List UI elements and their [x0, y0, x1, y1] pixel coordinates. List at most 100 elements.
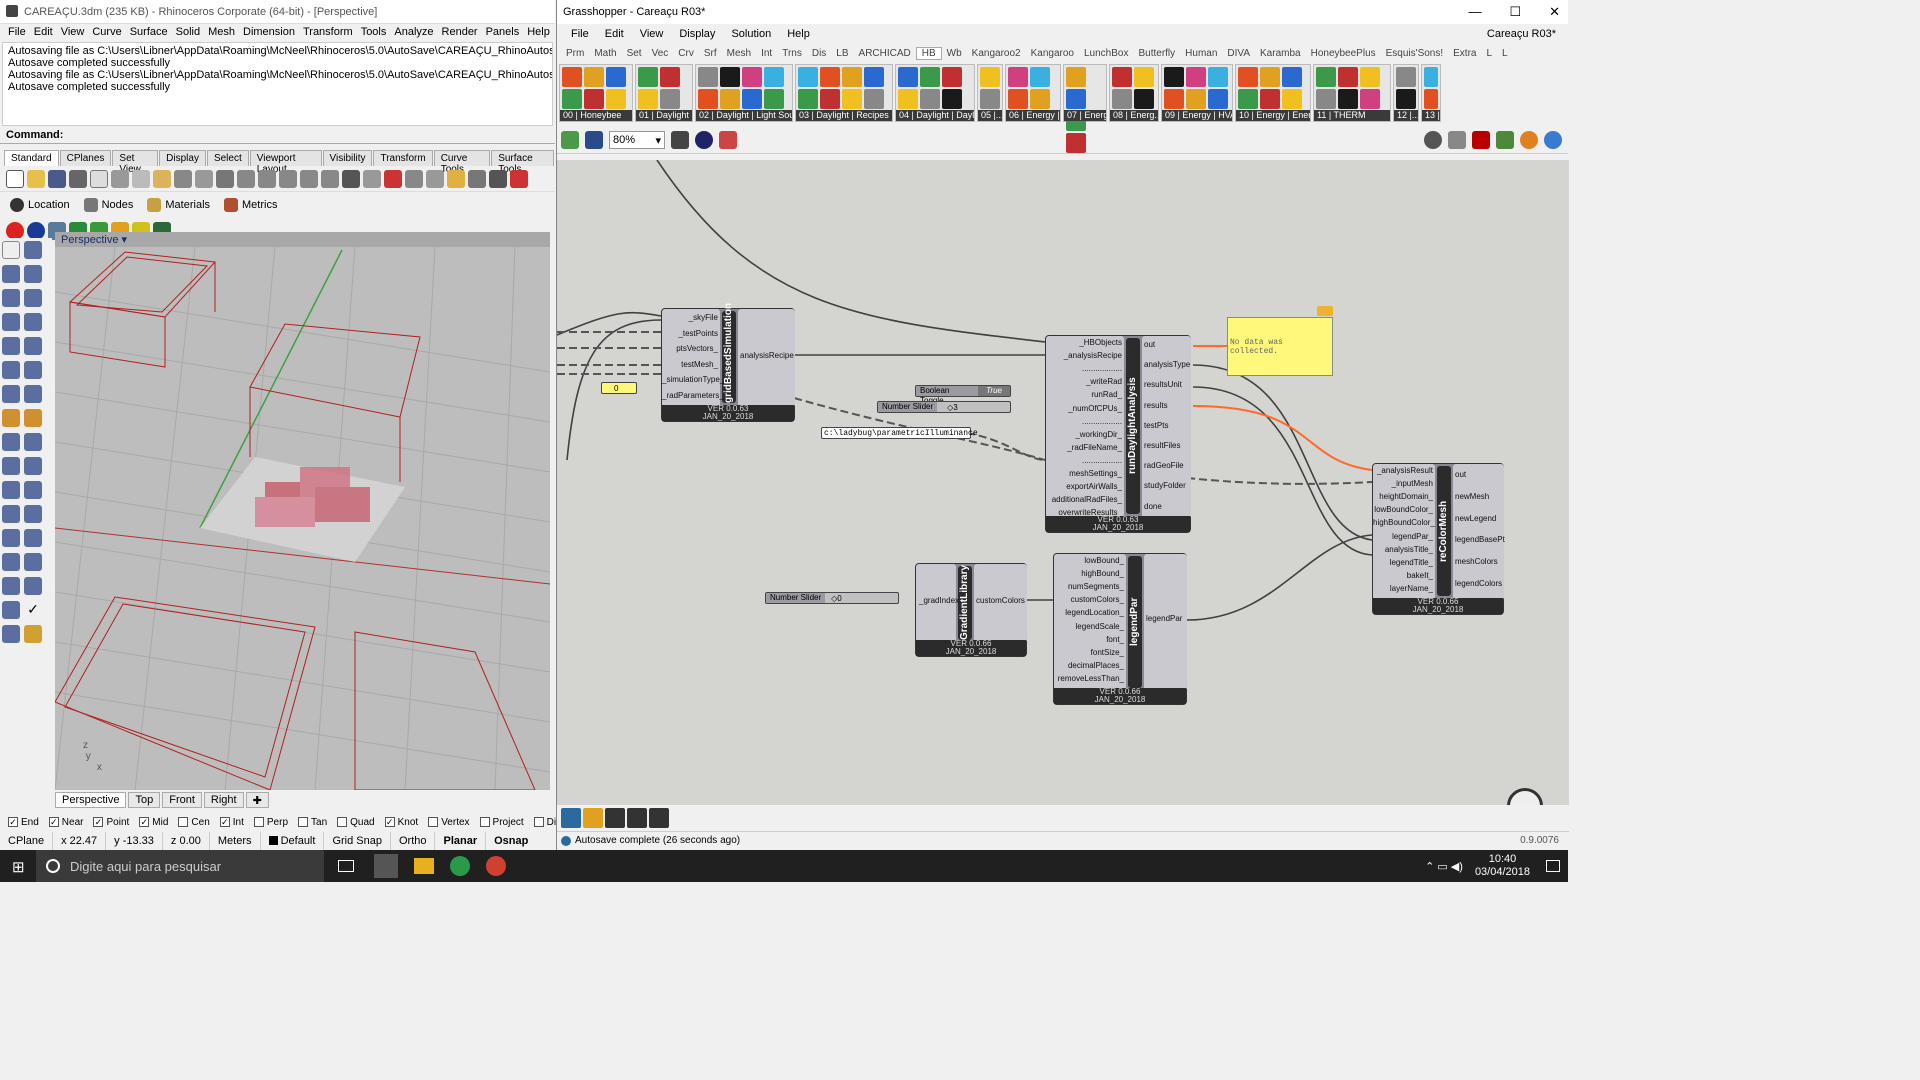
gh-menu-solution[interactable]: Solution	[723, 28, 779, 40]
component-icon[interactable]	[980, 67, 1000, 87]
input-port[interactable]: highBoundColor_	[1373, 518, 1435, 527]
copy-icon[interactable]	[132, 169, 150, 188]
perspective-viewport[interactable]: Perspective ▾ z y x	[55, 232, 550, 790]
car-icon[interactable]	[384, 169, 402, 188]
gh-menu-display[interactable]: Display	[671, 28, 723, 40]
input-port[interactable]: meshSettings_	[1046, 469, 1122, 478]
component-icon[interactable]	[1030, 67, 1050, 87]
input-port[interactable]: ..................	[1046, 417, 1122, 426]
output-port[interactable]: resultsUnit	[1144, 380, 1182, 389]
metrics-button[interactable]: Metrics	[224, 198, 277, 212]
component-icon[interactable]	[1282, 67, 1302, 87]
gh-menu-edit[interactable]: Edit	[597, 28, 632, 40]
material-sphere-icon[interactable]	[1520, 130, 1538, 149]
cut-icon[interactable]	[111, 169, 129, 188]
recolormesh-component[interactable]: reColorMesh _analysisResult _inputMesh hei…	[1372, 463, 1505, 615]
rundaylightanalysis-component[interactable]: runDaylightAnalysis _HBObjects _analysisR…	[1045, 335, 1191, 533]
clock[interactable]: 10:40 03/04/2018	[1475, 853, 1530, 879]
input-port[interactable]: fontSize_	[1054, 648, 1124, 657]
undo-view-icon[interactable]	[321, 169, 339, 188]
component-icon[interactable]	[1424, 89, 1438, 109]
component-icon[interactable]	[742, 67, 762, 87]
input-port[interactable]: _radFileName_	[1046, 443, 1122, 452]
light-icon[interactable]	[447, 169, 465, 188]
osnap-icon[interactable]	[405, 169, 423, 188]
component-icon[interactable]	[1112, 67, 1132, 87]
dimension-icon[interactable]	[24, 505, 42, 523]
component-icon[interactable]	[649, 808, 669, 828]
tab-viewport-layout[interactable]: Viewport Layout	[249, 150, 322, 175]
location-button[interactable]: Location	[10, 198, 70, 212]
component-icon[interactable]	[1424, 67, 1438, 87]
component-icon[interactable]	[1008, 67, 1028, 87]
wire-display-icon[interactable]	[1448, 130, 1466, 149]
tab-math[interactable]: Math	[589, 48, 621, 59]
tab-lb[interactable]: LB	[831, 48, 853, 59]
output-port[interactable]: newMesh	[1455, 492, 1489, 501]
rhino-menu-mesh[interactable]: Mesh	[206, 24, 241, 42]
tab-esquis-sons-[interactable]: Esquis'Sons!	[1381, 48, 1449, 59]
input-port[interactable]: bakeIt_	[1373, 571, 1433, 580]
tab-standard[interactable]: Standard	[4, 150, 59, 166]
command-history[interactable]: Autosaving file as C:\Users\Libner\AppDa…	[2, 42, 553, 126]
mirror-icon[interactable]	[24, 553, 42, 571]
component-icon[interactable]	[1066, 67, 1086, 87]
tab-lunchbox[interactable]: LunchBox	[1079, 48, 1133, 59]
osnap-quad[interactable]: Quad	[337, 817, 375, 828]
materials-button[interactable]: Materials	[147, 198, 210, 212]
tab-right[interactable]: Right	[203, 792, 244, 808]
fillet-icon[interactable]	[2, 481, 20, 499]
component-icon[interactable]	[1164, 67, 1184, 87]
tab-display[interactable]: Display	[159, 150, 206, 166]
input-port[interactable]: exportAirWalls_	[1046, 482, 1122, 491]
taskbar-search[interactable]: Digite aqui para pesquisar	[36, 850, 324, 882]
tab-hb[interactable]: HB	[915, 46, 942, 60]
output-port[interactable]: analysisRecipe	[740, 351, 794, 360]
zoom-extents-icon[interactable]	[671, 130, 689, 149]
input-port[interactable]: runRad_	[1046, 390, 1122, 399]
input-port[interactable]: numSegments_	[1054, 582, 1124, 591]
cplane-icon[interactable]	[363, 169, 381, 188]
output-port[interactable]: resultFiles	[1144, 441, 1180, 450]
tab-int[interactable]: Int	[756, 48, 777, 59]
tab-karamba[interactable]: Karamba	[1255, 48, 1306, 59]
input-port[interactable]: _analysisRecipe	[1046, 351, 1122, 360]
mesh-icon[interactable]	[2, 409, 20, 427]
tab-archicad[interactable]: ARCHICAD	[854, 48, 916, 59]
component-icon[interactable]	[584, 67, 604, 87]
component-icon[interactable]	[898, 67, 918, 87]
output-port[interactable]: results	[1144, 401, 1168, 410]
component-icon[interactable]	[798, 67, 818, 87]
split-icon[interactable]	[24, 433, 42, 451]
input-port[interactable]: testMesh_	[662, 360, 718, 369]
output-port[interactable]: studyFolder	[1144, 481, 1186, 490]
input-port[interactable]: additionalRadFiles_	[1046, 495, 1122, 504]
output-port[interactable]: radGeoFile	[1144, 461, 1184, 470]
save-icon[interactable]	[48, 169, 66, 188]
tab-transform[interactable]: Transform	[373, 150, 433, 166]
layer-selector[interactable]: Default	[261, 832, 325, 850]
component-icon[interactable]	[1260, 67, 1280, 87]
component-icon[interactable]	[562, 89, 582, 109]
four-views-icon[interactable]	[342, 169, 360, 188]
input-port[interactable]: legendLocation_	[1054, 608, 1124, 617]
grid-snap-toggle[interactable]: Grid Snap	[324, 832, 391, 850]
light-bolt-icon[interactable]	[24, 409, 42, 427]
tab-visibility[interactable]: Visibility	[322, 150, 373, 166]
component-icon[interactable]	[864, 89, 884, 109]
close-icon[interactable]: ✕	[1549, 4, 1560, 20]
rectangle-icon[interactable]	[24, 313, 42, 331]
output-port[interactable]: done	[1144, 502, 1162, 511]
output-port[interactable]: out	[1144, 340, 1155, 349]
rhino-menu-dimension[interactable]: Dimension	[241, 24, 301, 42]
input-port[interactable]: highBound_	[1054, 569, 1124, 578]
component-icon[interactable]	[842, 89, 862, 109]
input-port[interactable]: ..................	[1046, 456, 1122, 465]
save-icon[interactable]	[585, 130, 603, 149]
input-port[interactable]: _skyFile	[662, 313, 718, 322]
component-icon[interactable]	[1282, 89, 1302, 109]
component-icon[interactable]	[1238, 89, 1258, 109]
component-icon[interactable]	[1360, 89, 1380, 109]
rhino-menu-help[interactable]: Help	[525, 24, 556, 42]
tab-curve-tools[interactable]: Curve Tools	[433, 150, 491, 175]
